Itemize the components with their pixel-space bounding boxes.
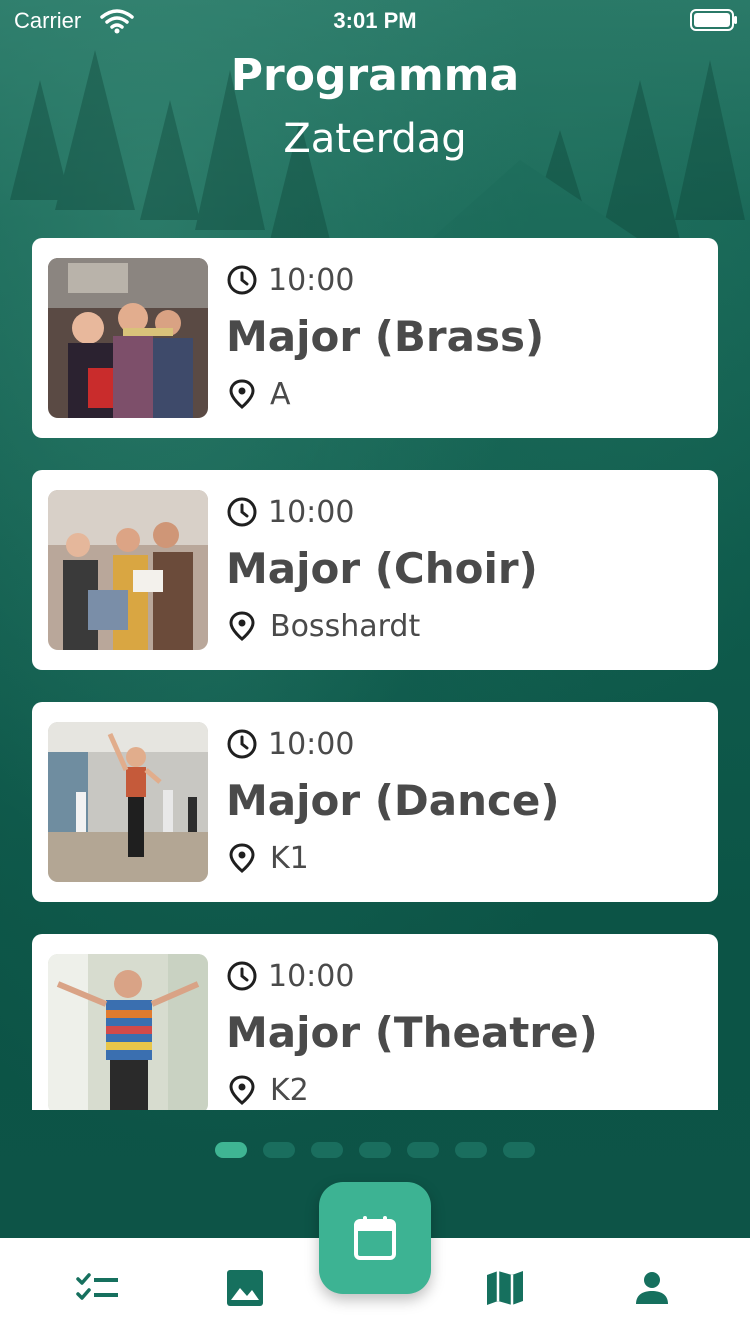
event-name: Major (Dance)	[226, 776, 560, 825]
pager-dot[interactable]	[455, 1142, 487, 1158]
location-pin-icon	[229, 379, 255, 409]
event-card[interactable]: 10:00 Major (Theatre) K2	[32, 934, 718, 1110]
event-card[interactable]: 10:00 Major (Brass) A	[32, 238, 718, 438]
person-icon	[636, 1272, 668, 1304]
tab-profile[interactable]	[630, 1266, 674, 1310]
day-pager[interactable]	[0, 1142, 750, 1158]
event-time: 10:00	[268, 494, 355, 530]
event-photo-theatre	[48, 954, 208, 1110]
event-location: K2	[270, 1072, 309, 1108]
clock-icon	[227, 265, 257, 295]
event-card[interactable]: 10:00 Major (Choir) Bosshardt	[32, 470, 718, 670]
event-photo-choir	[48, 490, 208, 650]
tab-checklist[interactable]	[76, 1266, 120, 1310]
pager-dot[interactable]	[503, 1142, 535, 1158]
day-subtitle: Zaterdag	[283, 116, 467, 162]
location-pin-icon	[229, 843, 255, 873]
pager-dot[interactable]	[407, 1142, 439, 1158]
battery-icon	[690, 9, 737, 31]
calendar-icon	[354, 1216, 396, 1260]
page-title: Programma	[230, 50, 520, 101]
event-photo-dance	[48, 722, 208, 882]
tab-schedule-button[interactable]	[319, 1182, 431, 1294]
event-time: 10:00	[268, 958, 355, 994]
checklist-icon	[76, 1273, 118, 1300]
status-bar: Carrier 3:01 PM	[0, 0, 750, 40]
clock-icon	[227, 961, 257, 991]
event-time: 10:00	[268, 262, 355, 298]
event-location: K1	[270, 840, 309, 876]
event-location: A	[270, 376, 291, 412]
event-photo-brass	[48, 258, 208, 418]
event-time: 10:00	[268, 726, 355, 762]
pager-dot-active[interactable]	[215, 1142, 247, 1158]
pager-dot[interactable]	[311, 1142, 343, 1158]
clock-icon	[227, 729, 257, 759]
event-list[interactable]: 10:00 Major (Brass) A 10:00 Major (Choir…	[32, 238, 718, 1110]
location-pin-icon	[229, 611, 255, 641]
event-location: Bosshardt	[270, 608, 421, 644]
clock-icon	[227, 497, 257, 527]
pager-dot[interactable]	[359, 1142, 391, 1158]
event-name: Major (Choir)	[226, 544, 538, 593]
location-pin-icon	[229, 1075, 255, 1105]
event-name: Major (Brass)	[226, 312, 545, 361]
tab-map[interactable]	[483, 1266, 527, 1310]
tab-gallery[interactable]	[223, 1266, 267, 1310]
pager-dot[interactable]	[263, 1142, 295, 1158]
image-icon	[227, 1270, 263, 1306]
map-icon	[487, 1271, 523, 1305]
event-name: Major (Theatre)	[226, 1008, 598, 1057]
clock-time: 3:01 PM	[333, 8, 417, 33]
event-card[interactable]: 10:00 Major (Dance) K1	[32, 702, 718, 902]
